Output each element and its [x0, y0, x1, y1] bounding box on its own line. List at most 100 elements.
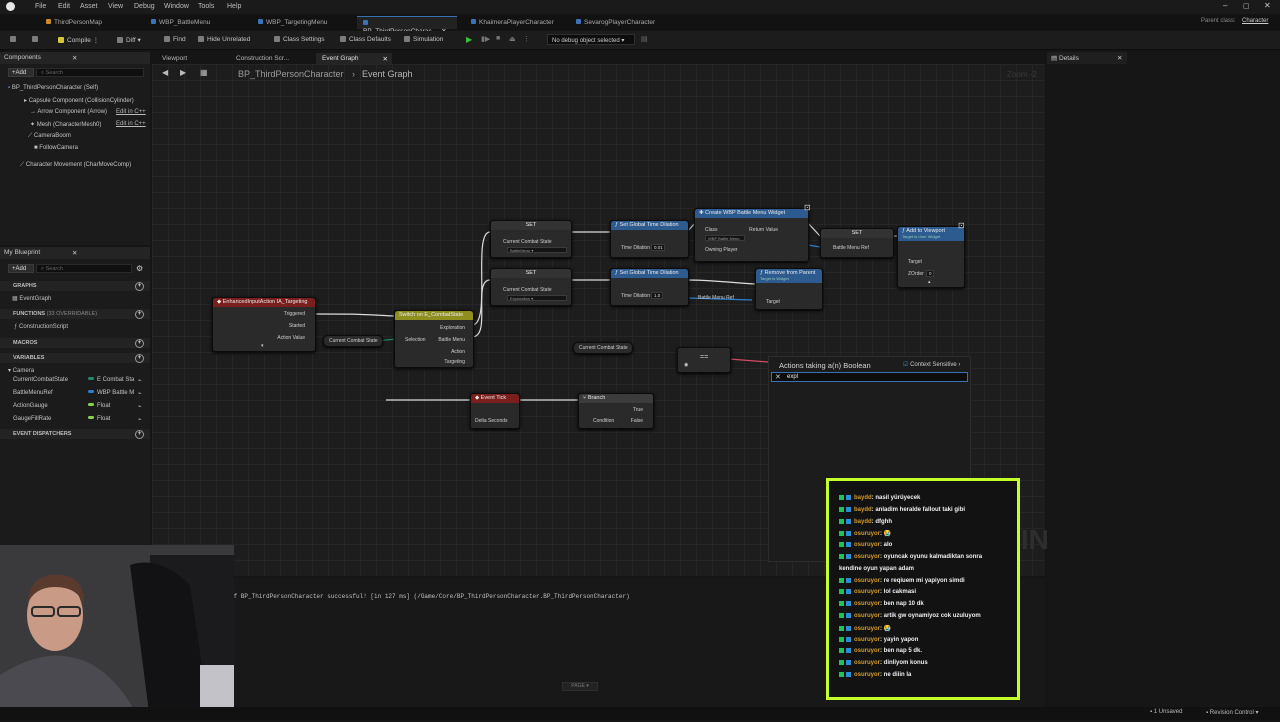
functions-section[interactable]: FUNCTIONS (33 OVERRIDABLE) +: [0, 309, 150, 319]
pin-current-combat-state[interactable]: Current Combat State: [503, 287, 552, 293]
graphs-section[interactable]: GRAPHS +: [0, 281, 150, 291]
blueprint-search-input[interactable]: ⌕ Search: [36, 264, 132, 273]
gear-icon[interactable]: ⚙: [136, 264, 143, 273]
pin-selection[interactable]: Selection: [405, 337, 426, 343]
component-self[interactable]: ▪ BP_ThirdPersonCharacter (Self): [8, 85, 98, 91]
pin-action-value[interactable]: Action Value: [277, 335, 305, 341]
pin-owning-player[interactable]: Owning Player: [705, 247, 738, 253]
pin-target[interactable]: Target: [766, 299, 780, 305]
menu-asset[interactable]: Asset: [80, 3, 98, 10]
compile-button[interactable]: Compile ⋮: [58, 36, 99, 44]
comment-toggle-icon[interactable]: ⊡: [958, 221, 965, 230]
find-button[interactable]: Find: [164, 36, 186, 43]
breadcrumb-blueprint[interactable]: BP_ThirdPersonCharacter: [238, 69, 344, 79]
menu-window[interactable]: Window: [164, 3, 189, 10]
nav-forward-icon[interactable]: ▶: [180, 68, 186, 77]
node-equals[interactable]: == ◉: [677, 347, 731, 373]
pin-started[interactable]: Started: [289, 323, 305, 329]
variable-type[interactable]: WBP Battle M: [88, 390, 134, 396]
menu-edit[interactable]: Edit: [58, 3, 70, 10]
pin-targeting[interactable]: Targeting: [444, 359, 465, 365]
enum-pin-icon[interactable]: ◉: [684, 362, 688, 368]
breadcrumb-graph[interactable]: Event Graph: [362, 69, 413, 79]
variables-section[interactable]: VARIABLES +: [0, 353, 150, 363]
pin-exploration[interactable]: Exploration: [440, 325, 465, 331]
variable-type[interactable]: Float: [88, 403, 110, 409]
revision-control-button[interactable]: ▪ Revision Control ▾: [1206, 709, 1259, 716]
expand-arrow-icon[interactable]: ▾: [261, 343, 264, 349]
maximize-icon[interactable]: ▢: [1243, 2, 1250, 10]
menu-file[interactable]: File: [35, 3, 46, 10]
nav-back-icon[interactable]: ◀: [162, 68, 168, 77]
close-panel-icon[interactable]: ✕: [72, 54, 77, 62]
tab-construction-script[interactable]: Construction Scr...: [230, 53, 295, 64]
variable-category-camera[interactable]: ▾ Camera: [8, 367, 34, 374]
pin-time-dilation[interactable]: Time Dilation: [621, 293, 650, 299]
more-icon[interactable]: ⋮: [523, 35, 530, 43]
add-variable-icon[interactable]: +: [135, 354, 144, 363]
doc-tab-bp-thirdperson[interactable]: BP_ThirdPersonCharac...✕: [357, 16, 457, 35]
menu-help[interactable]: Help: [227, 3, 241, 10]
class-settings-button[interactable]: Class Settings: [274, 36, 325, 43]
pin-battle-menu[interactable]: Battle Menu: [438, 337, 465, 343]
step-icon[interactable]: ▮▶: [481, 35, 490, 43]
edit-in-cpp-link[interactable]: Edit in C++: [116, 121, 146, 127]
parent-class-link[interactable]: Character: [1242, 18, 1268, 24]
node-set-global-time-dilation[interactable]: ƒ Set Global Time Dilation Time Dilation…: [610, 268, 689, 306]
node-set-combat-state-battlemenu[interactable]: SET Current Combat State BattleMenu ▾: [490, 220, 572, 258]
node-branch[interactable]: ⑂ Branch Condition True False: [578, 393, 654, 429]
add-macro-icon[interactable]: +: [135, 339, 144, 348]
class-dropdown[interactable]: WBP Battle Menu: [705, 235, 745, 241]
variable-row[interactable]: BattleMenuRef: [13, 390, 53, 396]
pin-return-value[interactable]: Return Value: [749, 227, 778, 233]
edit-in-cpp-link[interactable]: Edit in C++: [116, 109, 146, 115]
variable-type[interactable]: E Combat Sta: [88, 377, 134, 383]
pin-battle-menu-ref[interactable]: Battle Menu Ref: [833, 245, 869, 251]
page-dropdown[interactable]: PAGE ▾: [562, 682, 598, 691]
diff-button[interactable]: Diff ▾: [117, 36, 141, 44]
unsaved-indicator[interactable]: ▪ 1 Unsaved: [1150, 709, 1182, 715]
pin-class[interactable]: Class: [705, 227, 718, 233]
node-enhanced-input-action[interactable]: ◆ EnhancedInputAction IA_Targeting Trigg…: [212, 297, 316, 352]
graph-item-eventgraph[interactable]: ▦ EventGraph: [12, 295, 51, 302]
visibility-eye-icon[interactable]: ⌁: [138, 403, 142, 410]
pin-action[interactable]: Action: [451, 349, 465, 355]
tab-event-graph[interactable]: Event Graph ✕: [316, 53, 392, 64]
class-defaults-button[interactable]: Class Defaults: [340, 36, 391, 43]
component-charmovement[interactable]: ⟋ Character Movement (CharMoveComp): [20, 162, 131, 169]
doc-tab-thirdpersonmap[interactable]: ThirdPersonMap: [40, 16, 108, 29]
hide-unrelated-button[interactable]: Hide Unrelated: [198, 36, 250, 43]
pin-zorder[interactable]: ZOrder: [908, 271, 924, 277]
expand-arrow-icon[interactable]: ▴: [928, 279, 931, 285]
pin-current-combat-state[interactable]: Current Combat State: [503, 239, 552, 245]
browse-icon[interactable]: [32, 36, 41, 43]
pin-target[interactable]: Target: [908, 259, 922, 265]
close-tab-icon[interactable]: ✕: [383, 55, 388, 63]
doc-tab-battlemenu[interactable]: WBP_BattleMenu: [145, 16, 216, 29]
combat-state-dropdown[interactable]: Exploration ▾: [507, 295, 567, 301]
variable-type[interactable]: Float: [88, 416, 110, 422]
visibility-eye-icon[interactable]: ⌁: [138, 390, 142, 397]
component-arrow[interactable]: → Arrow Component (Arrow): [30, 109, 107, 115]
node-switch-on-enum[interactable]: Switch on E_CombatState Selection Explor…: [394, 310, 474, 368]
node-get-current-combat-state[interactable]: Current Combat State: [323, 335, 383, 347]
pin-triggered[interactable]: Triggered: [284, 311, 305, 317]
variable-row[interactable]: GaugeFillRate: [13, 416, 51, 422]
menu-view[interactable]: View: [108, 3, 123, 10]
pin-false[interactable]: False: [631, 418, 643, 424]
tab-viewport[interactable]: Viewport: [156, 53, 193, 64]
node-get-current-combat-state[interactable]: Current Combat State: [573, 342, 633, 354]
visibility-eye-icon[interactable]: ⌁: [138, 416, 142, 423]
pin-delta-seconds[interactable]: Delta Seconds: [475, 418, 508, 424]
add-dispatcher-icon[interactable]: +: [135, 430, 144, 439]
node-set-combat-state-exploration[interactable]: SET Current Combat State Exploration ▾: [490, 268, 572, 306]
action-search-input[interactable]: ✕ expl: [771, 372, 968, 382]
menu-tools[interactable]: Tools: [198, 3, 214, 10]
pin-condition[interactable]: Condition: [593, 418, 614, 424]
debug-filter-icon[interactable]: ▤: [641, 35, 648, 43]
play-icon[interactable]: ▶: [466, 35, 472, 44]
component-mesh[interactable]: ✦ Mesh (CharacterMesh0): [30, 121, 101, 128]
add-component-button[interactable]: +Add: [8, 68, 34, 77]
doc-tab-khaimera[interactable]: KhaimeraPlayerCharacter: [465, 16, 560, 29]
time-dilation-value[interactable]: 0.01: [651, 244, 665, 251]
